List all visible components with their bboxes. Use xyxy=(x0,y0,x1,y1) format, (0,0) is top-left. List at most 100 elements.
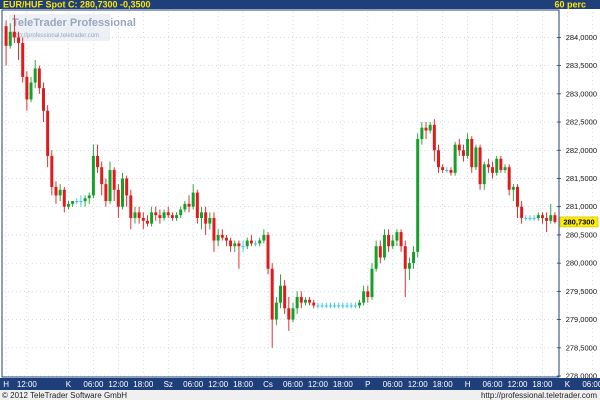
x-tick-label: 06:00 xyxy=(383,380,404,389)
x-axis: H 12:00 K 06:00 12:00 18:00 Sz 06:00 12:00 18:00 C… xyxy=(3,380,600,389)
x-tick-label: H xyxy=(3,380,9,389)
candle-body xyxy=(532,217,536,219)
y-tick-label: 284,0000 xyxy=(566,33,597,42)
candle-body xyxy=(407,263,411,269)
candle-body xyxy=(166,212,170,216)
candle-body xyxy=(403,246,407,269)
y-tick-label: 281,5000 xyxy=(566,174,597,183)
candle-body xyxy=(287,308,291,320)
y-tick-label: 280,0000 xyxy=(566,259,597,268)
candle-body xyxy=(141,217,145,221)
candle-body xyxy=(283,285,287,309)
x-tick-label: 06:00 xyxy=(283,380,304,389)
candle-body xyxy=(145,220,149,224)
x-tick-label: 18:00 xyxy=(133,380,154,389)
candle-body xyxy=(262,234,266,241)
candle-body xyxy=(154,212,158,216)
candle-body xyxy=(328,305,332,307)
candle-body xyxy=(279,285,282,303)
y-tick-label: 282,5000 xyxy=(566,118,597,127)
last-price-marker: 280,7300 xyxy=(559,216,599,228)
candle-body xyxy=(200,212,203,218)
candle-body xyxy=(470,138,474,168)
candle-body xyxy=(491,167,495,173)
candle-body xyxy=(524,217,528,219)
candle-body xyxy=(258,240,262,244)
candle-body xyxy=(399,232,403,247)
candle-body xyxy=(170,215,174,218)
candle-body xyxy=(387,234,391,247)
candle-body xyxy=(21,43,25,77)
candle-body xyxy=(316,305,320,307)
candle-body xyxy=(129,195,133,218)
candle-body xyxy=(457,144,461,151)
candle-body xyxy=(482,164,486,185)
candle-body xyxy=(382,234,386,258)
candle-body xyxy=(274,302,278,320)
x-tick-label: 06:00 xyxy=(183,380,204,389)
x-tick-label: 18:00 xyxy=(532,380,553,389)
x-tick-label: 12:00 xyxy=(408,380,429,389)
candle-body xyxy=(516,186,519,207)
candle-body xyxy=(75,201,79,203)
candle-body xyxy=(540,215,544,218)
candle-body xyxy=(175,215,179,218)
candle-body xyxy=(466,138,470,156)
candle-body xyxy=(362,291,366,303)
candle-body xyxy=(42,88,45,111)
candle-body xyxy=(33,68,37,83)
candle-body xyxy=(50,155,54,187)
y-tick-label: 279,0000 xyxy=(566,315,597,324)
x-tick-label: 12:00 xyxy=(17,380,38,389)
candle-body xyxy=(71,201,75,204)
candle-body xyxy=(37,68,41,89)
candle-body xyxy=(266,234,270,269)
period-label: 60 perc xyxy=(554,0,586,10)
candle-body xyxy=(303,299,307,303)
candle-body xyxy=(528,217,532,219)
x-tick-label: K xyxy=(565,380,571,389)
last-price-label: 280,7300 xyxy=(563,218,594,227)
candle-body xyxy=(295,296,299,309)
candle-body xyxy=(249,240,253,244)
candle-body xyxy=(125,178,129,196)
footer-url[interactable]: http://professional.teletrader.com xyxy=(481,391,597,400)
candle-body xyxy=(320,305,324,307)
candle-body xyxy=(549,215,553,221)
candle-body xyxy=(233,243,237,247)
candle-body xyxy=(424,127,428,131)
y-tick-label: 278,5000 xyxy=(566,343,597,352)
symbol-label: EUR/HUF Spot C: 280,7300 -0,3500 xyxy=(3,0,151,10)
candle-body xyxy=(299,296,303,303)
candle-body xyxy=(270,268,274,320)
candle-body xyxy=(108,170,112,202)
candle-body xyxy=(449,170,453,173)
watermark-url: http://professional.teletrader.com xyxy=(12,33,99,39)
x-tick-label: 12:00 xyxy=(507,380,528,389)
candle-body xyxy=(312,302,316,306)
candle-body xyxy=(349,305,353,307)
candle-body xyxy=(220,234,224,238)
candle-body xyxy=(179,209,183,216)
candle-body xyxy=(366,291,370,297)
candle-body xyxy=(46,110,50,156)
x-tick-label: 18:00 xyxy=(333,380,354,389)
candle-body xyxy=(195,192,199,218)
candle-body xyxy=(441,167,445,171)
candle-body xyxy=(216,234,220,241)
x-tick-label: P xyxy=(365,380,370,389)
candle-body xyxy=(66,203,70,207)
candle-body xyxy=(391,240,395,247)
candle-body xyxy=(341,305,345,307)
chart-window: EUR/HUF Spot C: 280,7300 -0,3500 60 perc… xyxy=(0,0,600,400)
candle-body xyxy=(29,82,33,100)
candle-body xyxy=(345,305,349,307)
candle-body xyxy=(308,299,312,303)
candle-body xyxy=(241,246,245,248)
candle-body xyxy=(553,215,557,222)
y-tick-label: 283,5000 xyxy=(566,61,597,70)
x-tick-label: H xyxy=(465,380,471,389)
footer-copyright: © 2012 TeleTrader Software GmbH xyxy=(2,391,127,400)
candle-body xyxy=(100,167,104,185)
candle-body xyxy=(116,189,120,207)
